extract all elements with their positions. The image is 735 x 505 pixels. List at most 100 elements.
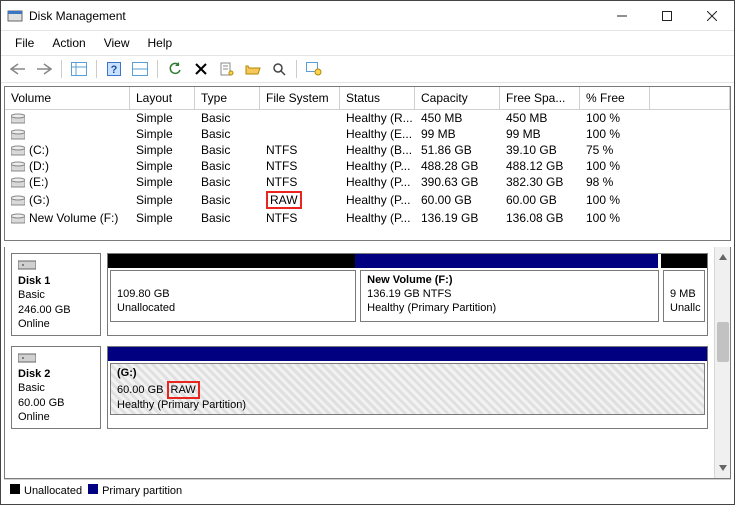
legend-label-unallocated: Unallocated: [24, 485, 82, 497]
close-button[interactable]: [689, 1, 734, 30]
menu-help[interactable]: Help: [140, 33, 181, 53]
delete-button[interactable]: [190, 59, 212, 79]
cell-type: Basic: [195, 126, 260, 142]
cell-fs: NTFS: [260, 142, 340, 158]
disk-row-2[interactable]: Disk 2 Basic 60.00 GB Online (G:) 60.00 …: [11, 346, 708, 429]
refresh-button[interactable]: [164, 59, 186, 79]
table-row[interactable]: (D:)SimpleBasicNTFSHealthy (P...488.28 G…: [5, 158, 730, 174]
column-header[interactable]: Status: [340, 87, 415, 109]
forward-button[interactable]: [33, 59, 55, 79]
svg-text:?: ?: [111, 64, 118, 76]
open-button[interactable]: [242, 59, 264, 79]
back-button[interactable]: [7, 59, 29, 79]
bar-unallocated: [108, 254, 355, 268]
window-title: Disk Management: [29, 9, 599, 23]
scroll-down-icon[interactable]: [718, 464, 728, 472]
table-row[interactable]: (C:)SimpleBasicNTFSHealthy (B...51.86 GB…: [5, 142, 730, 158]
cell-pct: 100 %: [580, 158, 650, 174]
bar-primary: [108, 347, 707, 361]
cell-name: [5, 110, 130, 126]
cell-pct: 100 %: [580, 126, 650, 142]
cell-type: Basic: [195, 142, 260, 158]
menu-view[interactable]: View: [96, 33, 138, 53]
cell-pct: 100 %: [580, 192, 650, 208]
menu-file[interactable]: File: [7, 33, 42, 53]
cell-capacity: 99 MB: [415, 126, 500, 142]
bar-primary: [355, 254, 658, 268]
help-button[interactable]: ?: [103, 59, 125, 79]
partition-tail[interactable]: 9 MB Unallc: [663, 270, 705, 322]
detail-split-button[interactable]: [129, 59, 151, 79]
cell-pct: 100 %: [580, 210, 650, 226]
cell-name: (D:): [5, 158, 130, 174]
cell-name: (E:): [5, 174, 130, 190]
legend-swatch-primary: [88, 484, 98, 494]
settings-button[interactable]: [303, 59, 325, 79]
legend-label-primary: Primary partition: [102, 485, 182, 497]
cell-status: Healthy (P...: [340, 192, 415, 208]
cell-capacity: 390.63 GB: [415, 174, 500, 190]
cell-capacity: 60.00 GB: [415, 192, 500, 208]
disk-label-1: Disk 1 Basic 246.00 GB Online: [11, 253, 101, 336]
partition-unallocated[interactable]: 109.80 GB Unallocated: [110, 270, 356, 322]
table-row[interactable]: SimpleBasicHealthy (R...450 MB450 MB100 …: [5, 110, 730, 126]
table-row[interactable]: New Volume (F:)SimpleBasicNTFSHealthy (P…: [5, 210, 730, 226]
legend: Unallocated Primary partition: [4, 479, 731, 501]
column-header[interactable]: Capacity: [415, 87, 500, 109]
table-row[interactable]: (G:)SimpleBasicRAWHealthy (P...60.00 GB6…: [5, 190, 730, 210]
titlebar[interactable]: Disk Management: [1, 1, 734, 31]
disk-graph-1: 109.80 GB Unallocated New Volume (F:) 13…: [107, 253, 708, 336]
app-icon: [7, 8, 23, 24]
cell-capacity: 450 MB: [415, 110, 500, 126]
vertical-scrollbar[interactable]: [714, 247, 730, 478]
column-header[interactable]: % Free: [580, 87, 650, 109]
disk-row-1[interactable]: Disk 1 Basic 246.00 GB Online: [11, 253, 708, 336]
column-header[interactable]: File System: [260, 87, 340, 109]
cell-status: Healthy (P...: [340, 210, 415, 226]
cell-capacity: 136.19 GB: [415, 210, 500, 226]
cell-name: (C:): [5, 142, 130, 158]
column-header[interactable]: Type: [195, 87, 260, 109]
minimize-button[interactable]: [599, 1, 644, 30]
raw-highlight: RAW: [266, 191, 302, 209]
bar-unallocated-tail: [661, 254, 707, 268]
cell-status: Healthy (E...: [340, 126, 415, 142]
cell-type: Basic: [195, 174, 260, 190]
cell-fs: [260, 133, 340, 135]
search-button[interactable]: [268, 59, 290, 79]
menu-action[interactable]: Action: [44, 33, 93, 53]
column-header[interactable]: Free Spa...: [500, 87, 580, 109]
cell-status: Healthy (P...: [340, 158, 415, 174]
disk-icon: [18, 258, 36, 272]
cell-layout: Simple: [130, 210, 195, 226]
cell-type: Basic: [195, 158, 260, 174]
cell-capacity: 51.86 GB: [415, 142, 500, 158]
disk-graphic-pane: Disk 1 Basic 246.00 GB Online: [4, 247, 731, 479]
cell-layout: Simple: [130, 174, 195, 190]
partition-f[interactable]: New Volume (F:) 136.19 GB NTFS Healthy (…: [360, 270, 659, 322]
volume-rows: SimpleBasicHealthy (R...450 MB450 MB100 …: [5, 110, 730, 226]
cell-type: Basic: [195, 210, 260, 226]
cell-name: [5, 126, 130, 142]
properties-button[interactable]: [216, 59, 238, 79]
scroll-thumb[interactable]: [717, 322, 729, 362]
menu-bar: File Action View Help: [1, 31, 734, 56]
disk-graph-2: (G:) 60.00 GB RAW Healthy (Primary Parti…: [107, 346, 708, 429]
cell-fs: [260, 117, 340, 119]
cell-name: New Volume (F:): [5, 210, 130, 226]
column-header[interactable]: Volume: [5, 87, 130, 109]
table-row[interactable]: (E:)SimpleBasicNTFSHealthy (P...390.63 G…: [5, 174, 730, 190]
scroll-up-icon[interactable]: [718, 253, 728, 261]
show-hide-tree-button[interactable]: [68, 59, 90, 79]
cell-name: (G:): [5, 192, 130, 208]
table-row[interactable]: SimpleBasicHealthy (E...99 MB99 MB100 %: [5, 126, 730, 142]
cell-layout: Simple: [130, 158, 195, 174]
column-header[interactable]: Layout: [130, 87, 195, 109]
cell-pct: 75 %: [580, 142, 650, 158]
volume-list-pane: VolumeLayoutTypeFile SystemStatusCapacit…: [4, 86, 731, 241]
partition-g[interactable]: (G:) 60.00 GB RAW Healthy (Primary Parti…: [110, 363, 705, 415]
cell-layout: Simple: [130, 192, 195, 208]
maximize-button[interactable]: [644, 1, 689, 30]
cell-fs: NTFS: [260, 174, 340, 190]
cell-status: Healthy (P...: [340, 174, 415, 190]
